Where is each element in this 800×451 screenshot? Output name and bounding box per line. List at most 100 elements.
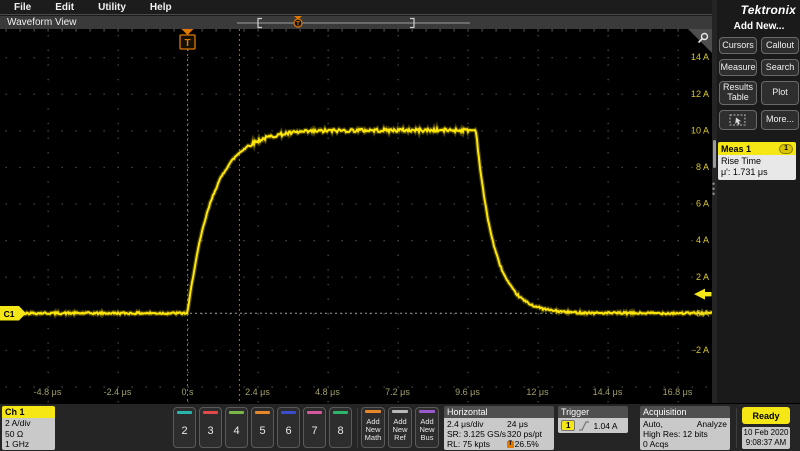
x-axis-labels: -4.8 μs-2.4 μs0 s2.4 μs4.8 μs7.2 μs9.6 μ…	[34, 387, 693, 397]
waveform-plot[interactable]: -4.8 μs-2.4 μs0 s2.4 μs4.8 μs7.2 μs9.6 μ…	[0, 29, 712, 403]
right-sidebar: ••• Tektronix Add New... Cursors Callout…	[712, 0, 800, 403]
add-new-math-button[interactable]: Add New Math	[361, 407, 385, 448]
menu-file[interactable]: File	[14, 2, 31, 13]
ch2-button[interactable]: 2	[173, 407, 196, 448]
draw-a-box-button[interactable]	[719, 110, 757, 130]
ch2-label: 2	[181, 414, 187, 447]
tektronix-logo: Tektronix	[718, 0, 800, 17]
menu-edit[interactable]: Edit	[55, 2, 74, 13]
search-button[interactable]: Search	[761, 59, 799, 76]
ch4-button[interactable]: 4	[225, 407, 248, 448]
menu-utility[interactable]: Utility	[98, 2, 126, 13]
x-tick-label: -2.4 μs	[104, 387, 132, 397]
menu-help[interactable]: Help	[150, 2, 172, 13]
record-minimap[interactable]: T	[228, 16, 478, 29]
trigger-position-percent: 26.5%	[515, 439, 539, 449]
x-tick-label: 4.8 μs	[315, 387, 340, 397]
horizontal-badge[interactable]: Horizontal 2.4 μs/div 24 μs SR: 3.125 GS…	[444, 406, 554, 450]
add-new-header: Add New...	[718, 21, 800, 32]
settings-bar: Ch 1 2 A/div 50 Ω 1 GHz 2 3 4 5 6	[0, 403, 800, 451]
x-tick-label: 16.8 μs	[663, 387, 693, 397]
sidebar-scrollbar-thumb[interactable]	[713, 140, 716, 168]
meas1-source-pill: 1	[779, 144, 793, 154]
sample-rate: SR: 3.125 GS/s	[447, 429, 507, 439]
ch7-label: 7	[311, 414, 317, 447]
sample-period: 320 ps/pt	[507, 429, 542, 439]
tekscope-window: File Edit Utility Help Waveform View T -…	[0, 0, 800, 451]
add-new-bus-button[interactable]: Add New Bus	[415, 407, 439, 448]
record-duration: 24 μs	[507, 419, 528, 429]
ch1-flag-label: C1	[4, 309, 15, 319]
more-button[interactable]: More...	[761, 110, 799, 130]
x-tick-label: 14.4 μs	[593, 387, 623, 397]
trigger-badge[interactable]: Trigger 1 1.04 A	[558, 406, 628, 433]
ready-status-button[interactable]: Ready	[742, 407, 790, 424]
datetime-display: 10 Feb 2020 9:08:37 AM	[742, 427, 790, 449]
time-text: 9:08:37 AM	[742, 438, 790, 448]
add-new-bus-label: Add New Bus	[419, 413, 434, 447]
acquisition-badge[interactable]: Acquisition Auto, Analyze High Res: 12 b…	[640, 406, 730, 450]
acquisition-title: Acquisition	[640, 406, 730, 418]
trigger-position-icon: T	[507, 441, 514, 448]
horizontal-title: Horizontal	[444, 406, 554, 418]
date-text: 10 Feb 2020	[742, 428, 790, 438]
rising-edge-icon	[578, 421, 590, 431]
ch7-button[interactable]: 7	[303, 407, 326, 448]
ch6-button[interactable]: 6	[277, 407, 300, 448]
trigger-position-marker[interactable]: T	[180, 29, 195, 49]
sidebar-drag-handle[interactable]: •••	[712, 182, 715, 197]
trigger-source-chip: 1	[561, 420, 575, 431]
ch1-badge-title: Ch 1	[2, 406, 55, 418]
x-tick-label: 2.4 μs	[245, 387, 270, 397]
ch8-button[interactable]: 8	[329, 407, 352, 448]
separator	[736, 408, 737, 448]
meas1-title: Meas 1	[721, 144, 779, 154]
plot-button[interactable]: Plot	[761, 81, 799, 105]
trigger-title: Trigger	[558, 406, 628, 418]
meas1-badge[interactable]: Meas 1 1 Rise Time μ': 1.731 μs	[718, 142, 796, 180]
separator	[357, 408, 358, 448]
y-tick-label: 0 A	[696, 308, 709, 318]
trigger-marker-arrow-icon	[182, 29, 194, 35]
zoom-corner-button[interactable]	[688, 29, 712, 53]
meas1-name: Rise Time	[721, 156, 793, 167]
y-tick-label: 6 A	[696, 199, 709, 209]
add-new-ref-label: Add New Ref	[392, 413, 407, 447]
y-tick-label: 2 A	[696, 272, 709, 282]
y-tick-label: 10 A	[691, 125, 709, 135]
waveform-view-tab[interactable]: Waveform View	[7, 17, 76, 28]
callout-button[interactable]: Callout	[761, 37, 799, 54]
ch5-label: 5	[259, 414, 265, 447]
add-new-ref-button[interactable]: Add New Ref	[388, 407, 412, 448]
draw-a-box-icon	[729, 114, 747, 127]
y-tick-label: 8 A	[696, 162, 709, 172]
ch1-termination: 50 Ω	[2, 429, 55, 440]
graticule	[6, 29, 707, 402]
acq-mode: Auto,	[643, 419, 663, 429]
x-tick-label: -4.8 μs	[34, 387, 62, 397]
y-tick-label: 12 A	[691, 89, 709, 99]
ch4-label: 4	[233, 414, 239, 447]
x-tick-label: 12 μs	[526, 387, 549, 397]
ch1-badge[interactable]: Ch 1 2 A/div 50 Ω 1 GHz	[2, 406, 55, 450]
waveform-view-tabbar: Waveform View T	[0, 16, 712, 29]
meas1-body: Rise Time μ': 1.731 μs	[718, 155, 796, 180]
waveform-display[interactable]: -4.8 μs-2.4 μs0 s2.4 μs4.8 μs7.2 μs9.6 μ…	[0, 29, 712, 403]
y-axis-labels: 14 A12 A10 A8 A6 A4 A2 A0 A-2 A	[691, 52, 709, 355]
ch3-button[interactable]: 3	[199, 407, 222, 448]
y-tick-label: 14 A	[691, 52, 709, 62]
x-tick-label: 7.2 μs	[385, 387, 410, 397]
ch1-trace	[0, 128, 712, 314]
sidebar-divider: •••	[712, 0, 717, 403]
cursors-button[interactable]: Cursors	[719, 37, 757, 54]
ch5-button[interactable]: 5	[251, 407, 274, 448]
trigger-level-value: 1.04 A	[593, 421, 617, 431]
menu-bar: File Edit Utility Help	[0, 0, 800, 15]
results-table-button[interactable]: Results Table	[719, 81, 757, 105]
ch1-scale: 2 A/div	[2, 418, 55, 429]
ch1-ground-marker[interactable]: C1	[0, 306, 26, 321]
acq-resolution: High Res: 12 bits	[643, 429, 727, 439]
measure-button[interactable]: Measure	[719, 59, 757, 76]
y-tick-label: -2 A	[693, 345, 709, 355]
trigger-level-arrow-icon[interactable]	[694, 289, 712, 300]
